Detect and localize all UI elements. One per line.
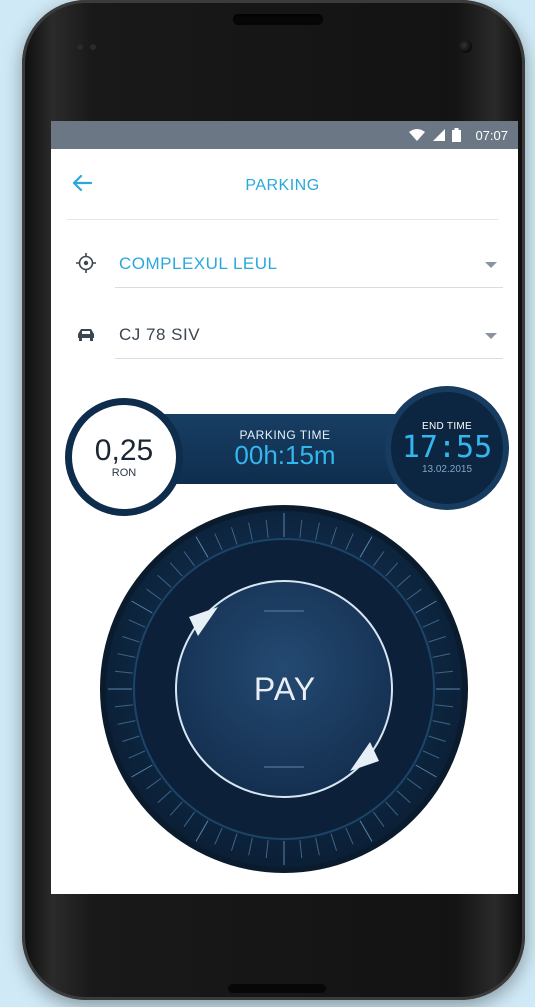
- chevron-down-icon: [485, 262, 497, 268]
- app-screen: 07:07 PARKING COMPLEXUL LEUL CJ 78 SIV 0…: [51, 121, 518, 894]
- earpiece-speaker: [233, 14, 323, 25]
- light-sensor: [90, 44, 96, 50]
- cost-amount: 0,25: [94, 434, 154, 467]
- location-dropdown[interactable]: COMPLEXUL LEUL: [115, 240, 503, 288]
- pay-button[interactable]: PAY: [222, 626, 348, 752]
- bottom-speaker: [228, 984, 326, 993]
- chevron-down-icon: [485, 333, 497, 339]
- parking-time-value: 00h:15m: [234, 440, 336, 470]
- vehicle-dropdown[interactable]: CJ 78 SIV: [115, 311, 503, 359]
- location-value: COMPLEXUL LEUL: [119, 254, 278, 273]
- wifi-icon: [408, 128, 426, 142]
- end-time-value: 17:55: [401, 430, 493, 465]
- battery-icon: [452, 128, 462, 142]
- signal-icon: [432, 128, 446, 142]
- front-camera: [459, 40, 472, 53]
- proximity-sensor: [77, 44, 83, 50]
- status-bar: 07:07: [51, 121, 518, 149]
- clock: 07:07: [475, 127, 508, 143]
- time-dial[interactable]: PAY: [94, 499, 474, 879]
- vehicle-field: CJ 78 SIV: [67, 311, 503, 359]
- page-title: PARKING: [245, 177, 320, 194]
- end-date-value: 13.02.2015: [421, 464, 473, 475]
- cost-currency: RON: [111, 467, 137, 479]
- parking-time: PARKING TIME 00h:15m: [185, 428, 385, 468]
- crosshair-icon: [75, 252, 97, 274]
- location-field: COMPLEXUL LEUL: [67, 240, 503, 288]
- pay-label: PAY: [253, 670, 317, 707]
- end-time-circle: END TIME 17:55 13.02.2015: [385, 386, 509, 510]
- vehicle-value: CJ 78 SIV: [119, 325, 201, 344]
- car-icon: [75, 323, 97, 345]
- app-header: PARKING: [67, 149, 498, 220]
